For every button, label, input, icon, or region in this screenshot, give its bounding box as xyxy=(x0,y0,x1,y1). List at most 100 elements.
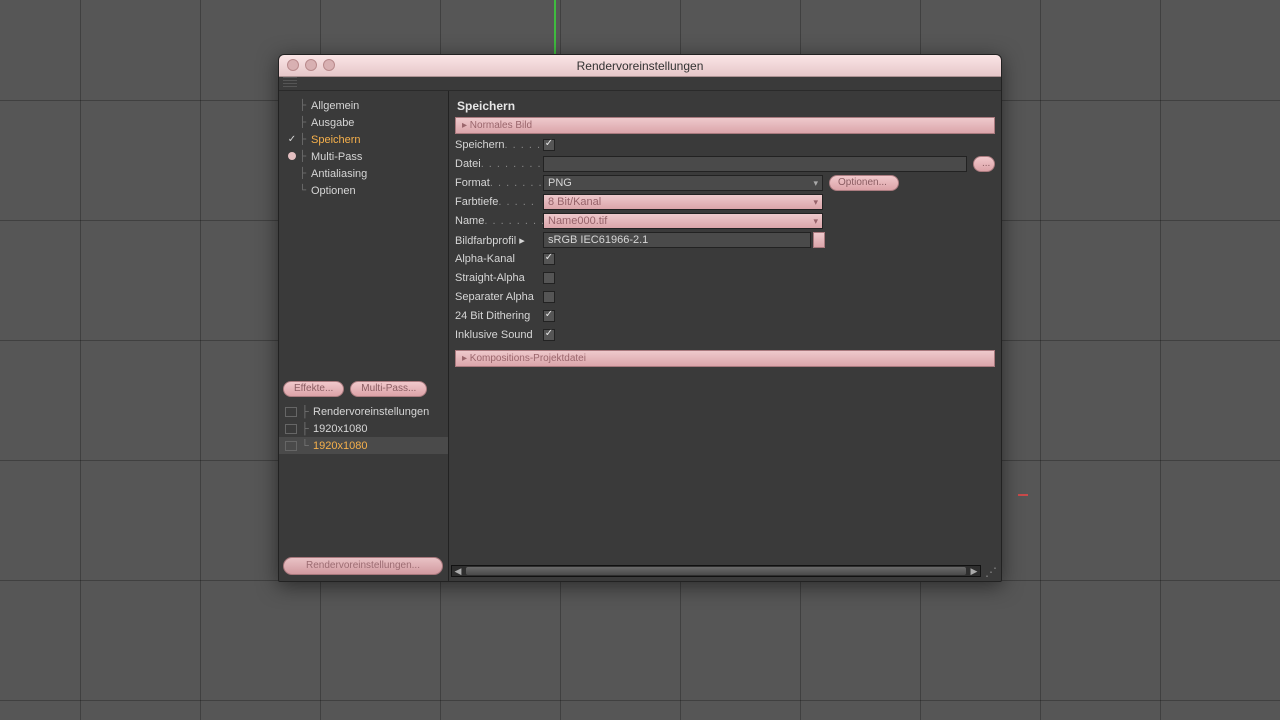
row-separate: Separater Alpha xyxy=(455,288,995,306)
window-titlebar[interactable]: Rendervoreinstellungen xyxy=(279,55,1001,77)
nav-item-ausgabe[interactable]: ├ Ausgabe xyxy=(279,114,448,131)
label-alpha: Alpha-Kanal xyxy=(455,253,515,265)
row-dithering: 24 Bit Dithering xyxy=(455,307,995,325)
nav-label: Allgemein xyxy=(311,100,359,112)
sidebar: ├ Allgemein ├ Ausgabe ✓ ├ Speichern ├ Mu… xyxy=(279,91,449,581)
nav-label: Speichern xyxy=(311,134,361,146)
label-name: Name xyxy=(455,215,484,227)
preset-toggle-icon[interactable] xyxy=(285,424,297,434)
preset-item[interactable]: ├ 1920x1080 xyxy=(279,420,448,437)
label-sound: Inklusive Sound xyxy=(455,329,533,341)
nav-label: Optionen xyxy=(311,185,356,197)
disclosure-triangle-icon: ▸ Normales Bild xyxy=(462,120,532,131)
preset-label: 1920x1080 xyxy=(313,423,367,435)
tree-glyph: ├ xyxy=(299,134,311,145)
checkbox-sound[interactable] xyxy=(543,329,555,341)
preset-item-selected[interactable]: └ 1920x1080 xyxy=(279,437,448,454)
multipass-button[interactable]: Multi-Pass... xyxy=(350,381,427,397)
nav-item-allgemein[interactable]: ├ Allgemein xyxy=(279,97,448,114)
select-farbtiefe[interactable]: 8 Bit/Kanal ▾ xyxy=(543,194,823,210)
row-straight: Straight-Alpha xyxy=(455,269,995,287)
preset-toggle-icon[interactable] xyxy=(285,441,297,451)
checkbox-speichern[interactable] xyxy=(543,139,555,151)
tree-glyph: ├ xyxy=(301,423,313,435)
zoom-icon[interactable] xyxy=(323,59,335,71)
disclosure-triangle-icon: ▸ Kompositions-Projektdatei xyxy=(462,353,586,364)
panel-title: Speichern xyxy=(455,97,995,117)
nav-item-speichern[interactable]: ✓ ├ Speichern xyxy=(279,131,448,148)
tree-glyph: ├ xyxy=(299,151,311,162)
resize-grip-icon[interactable]: ⋰ xyxy=(985,565,997,579)
content-panel: Speichern ▸ Normales Bild Speichern. . .… xyxy=(449,91,1001,581)
select-format-value: PNG xyxy=(548,177,572,189)
preset-list: ├ Rendervoreinstellungen ├ 1920x1080 └ 1… xyxy=(279,403,448,454)
label-separate: Separater Alpha xyxy=(455,291,534,303)
checkbox-dithering[interactable] xyxy=(543,310,555,322)
nav-label: Antialiasing xyxy=(311,168,367,180)
tree-glyph: ├ xyxy=(299,100,311,111)
preset-item-root[interactable]: ├ Rendervoreinstellungen xyxy=(279,403,448,420)
row-speichern: Speichern. . . . . xyxy=(455,136,995,154)
section-header-composition[interactable]: ▸ Kompositions-Projektdatei xyxy=(455,350,995,367)
label-profil: Bildfarbprofil xyxy=(455,235,516,247)
nav-label: Multi-Pass xyxy=(311,151,362,163)
scroll-left-icon[interactable]: ◀ xyxy=(452,566,464,576)
label-farbtiefe: Farbtiefe xyxy=(455,196,498,208)
viewport-axis-x xyxy=(1018,494,1028,496)
preset-label: Rendervoreinstellungen xyxy=(313,406,429,418)
label-straight: Straight-Alpha xyxy=(455,272,525,284)
sidebar-button-row: Effekte... Multi-Pass... xyxy=(283,381,427,397)
close-icon[interactable] xyxy=(287,59,299,71)
row-bildfarbprofil: Bildfarbprofil ▸ sRGB IEC61966-2.1 xyxy=(455,231,995,249)
chevron-down-icon: ▾ xyxy=(813,178,818,189)
checkbox-straight[interactable] xyxy=(543,272,555,284)
tree-glyph: ├ xyxy=(299,168,311,179)
preset-toggle-icon[interactable] xyxy=(285,407,297,417)
row-farbtiefe: Farbtiefe. . . . . 8 Bit/Kanal ▾ xyxy=(455,193,995,211)
minimize-icon[interactable] xyxy=(305,59,317,71)
nav-radio[interactable] xyxy=(285,151,299,163)
effects-button[interactable]: Effekte... xyxy=(283,381,344,397)
nav-item-multipass[interactable]: ├ Multi-Pass xyxy=(279,148,448,165)
nav-item-antialiasing[interactable]: ├ Antialiasing xyxy=(279,165,448,182)
horizontal-scrollbar[interactable]: ◀ ▶ xyxy=(451,565,981,577)
select-farbtiefe-value: 8 Bit/Kanal xyxy=(548,196,601,208)
window-title: Rendervoreinstellungen xyxy=(577,59,704,73)
checkbox-alpha[interactable] xyxy=(543,253,555,265)
render-settings-window: Rendervoreinstellungen ├ Allgemein ├ Aus… xyxy=(278,54,1002,582)
label-dithering: 24 Bit Dithering xyxy=(455,310,530,322)
scroll-thumb[interactable] xyxy=(466,567,966,575)
select-name-value: Name000.tif xyxy=(548,215,607,227)
chevron-down-icon: ▾ xyxy=(813,197,818,208)
viewport-axis-y xyxy=(554,0,556,55)
row-sound: Inklusive Sound xyxy=(455,326,995,344)
select-format[interactable]: PNG ▾ xyxy=(543,175,823,191)
window-traffic-lights xyxy=(287,59,335,71)
format-options-button[interactable]: Optionen... xyxy=(829,175,899,191)
scroll-right-icon[interactable]: ▶ xyxy=(968,566,980,576)
select-profil-value: sRGB IEC61966-2.1 xyxy=(548,234,648,246)
save-form: Speichern. . . . . Datei. . . . . . . . … xyxy=(455,136,995,344)
nav-check[interactable]: ✓ xyxy=(285,134,299,145)
label-speichern: Speichern xyxy=(455,139,505,151)
label-format: Format xyxy=(455,177,490,189)
chevron-down-icon: ▾ xyxy=(813,216,818,227)
row-format: Format. . . . . . . PNG ▾ Optionen... xyxy=(455,174,995,192)
profile-browse-button[interactable] xyxy=(813,232,825,248)
browse-button[interactable]: ... xyxy=(973,156,995,172)
select-name[interactable]: Name000.tif ▾ xyxy=(543,213,823,229)
tree-glyph: ├ xyxy=(301,406,313,418)
input-datei[interactable] xyxy=(543,156,967,172)
checkbox-separate[interactable] xyxy=(543,291,555,303)
nav-list: ├ Allgemein ├ Ausgabe ✓ ├ Speichern ├ Mu… xyxy=(279,91,448,205)
nav-item-optionen[interactable]: └ Optionen xyxy=(279,182,448,199)
window-menubar xyxy=(279,77,1001,91)
nav-label: Ausgabe xyxy=(311,117,354,129)
menubar-grip-icon xyxy=(283,77,297,89)
preset-label: 1920x1080 xyxy=(313,440,367,452)
row-name: Name. . . . . . . . Name000.tif ▾ xyxy=(455,212,995,230)
label-datei: Datei xyxy=(455,158,481,170)
select-profil[interactable]: sRGB IEC61966-2.1 xyxy=(543,232,811,248)
render-settings-footer-button[interactable]: Rendervoreinstellungen... xyxy=(283,557,443,575)
section-header-normal[interactable]: ▸ Normales Bild xyxy=(455,117,995,134)
